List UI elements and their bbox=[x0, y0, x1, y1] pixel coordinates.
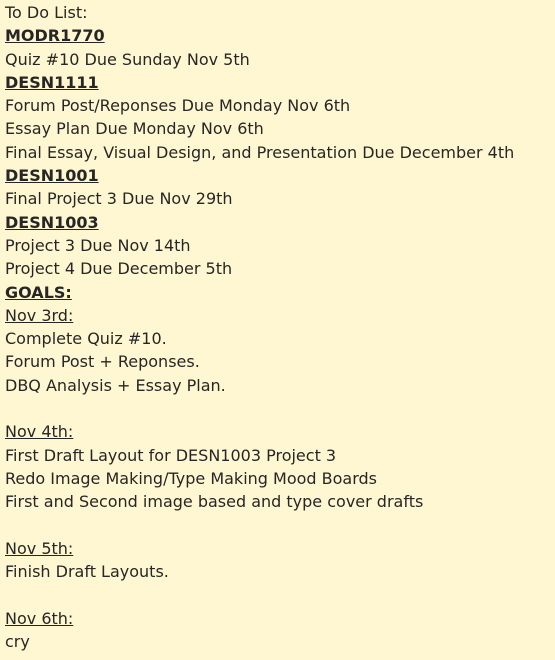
goal-item: Complete Quiz #10. bbox=[5, 329, 167, 349]
goal-date-nov-3: Nov 3rd: bbox=[5, 305, 74, 325]
task-item: Project 4 Due December 5th bbox=[5, 259, 233, 279]
goal-item: First and Second image based and type co… bbox=[5, 492, 424, 512]
course-heading-desn1001: DESN1001 bbox=[5, 166, 99, 186]
task-item: Final Project 3 Due Nov 29th bbox=[5, 189, 233, 209]
goal-date-nov-5: Nov 5th: bbox=[5, 538, 74, 558]
course-heading-modr1770: MODR1770 bbox=[5, 26, 105, 46]
goal-date-nov-4: Nov 4th: bbox=[5, 422, 74, 442]
goal-date-nov-6: Nov 6th: bbox=[5, 608, 74, 628]
task-item: Forum Post/Reponses Due Monday Nov 6th bbox=[5, 96, 351, 116]
goal-item: Forum Post + Reponses. bbox=[5, 352, 200, 372]
goal-item: cry bbox=[5, 632, 30, 652]
sticky-note[interactable]: To Do List: MODR1770 Quiz #10 Due Sunday… bbox=[0, 0, 555, 660]
course-heading-desn1003: DESN1003 bbox=[5, 212, 99, 232]
task-item: Final Essay, Visual Design, and Presenta… bbox=[5, 142, 515, 162]
goal-item: Finish Draft Layouts. bbox=[5, 562, 169, 582]
goal-item: Redo Image Making/Type Making Mood Board… bbox=[5, 468, 377, 488]
task-item: Quiz #10 Due Sunday Nov 5th bbox=[5, 49, 250, 69]
task-item: Project 3 Due Nov 14th bbox=[5, 235, 191, 255]
task-item: Essay Plan Due Monday Nov 6th bbox=[5, 119, 264, 139]
course-heading-desn1111: DESN1111 bbox=[5, 72, 99, 92]
note-title: To Do List: bbox=[5, 3, 88, 22]
goal-item: First Draft Layout for DESN1003 Project … bbox=[5, 445, 337, 465]
goal-item: DBQ Analysis + Essay Plan. bbox=[5, 375, 226, 395]
goals-heading: GOALS: bbox=[5, 282, 72, 302]
